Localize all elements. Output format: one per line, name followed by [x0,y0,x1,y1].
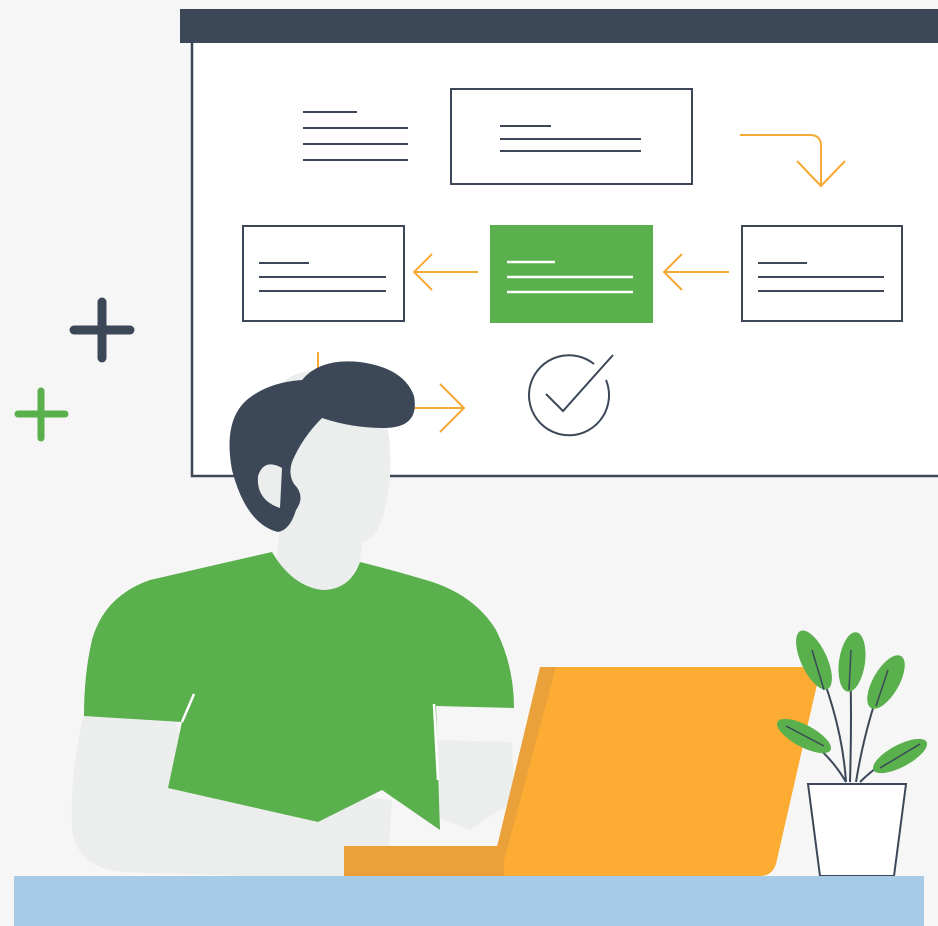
laptop-lid [500,667,819,876]
whiteboard-top-bar [180,9,938,43]
flowchart-box-highlighted [490,225,653,323]
desk [14,876,924,926]
flowchart-box-top [450,88,693,185]
laptop-base [344,846,504,876]
illustration [0,0,938,926]
plant-pot [806,783,908,877]
flowchart-box-left [242,225,405,322]
flowchart-box-right [741,225,903,322]
